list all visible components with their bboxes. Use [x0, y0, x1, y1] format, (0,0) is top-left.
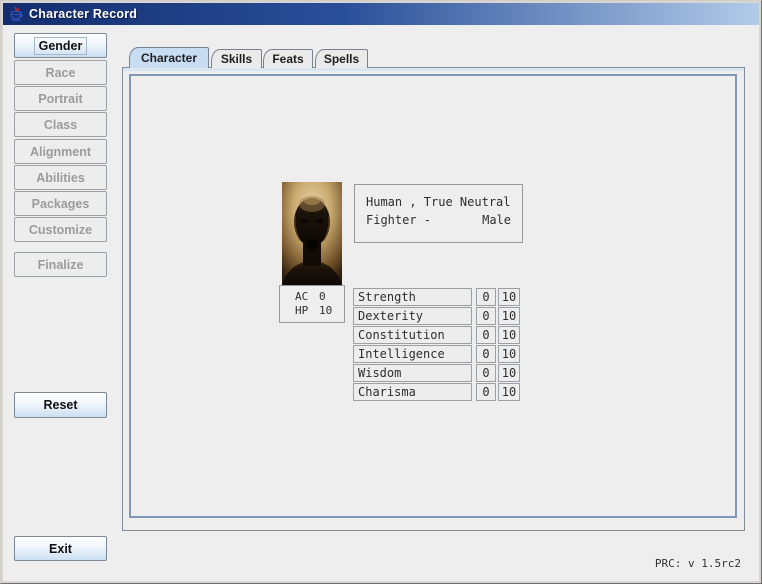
reset-button[interactable]: Reset	[14, 392, 107, 418]
ability-modifier: 0	[476, 326, 496, 344]
gender-button-label: Gender	[35, 38, 87, 54]
ac-value: 0	[319, 290, 326, 304]
ability-name: Strength	[353, 288, 472, 306]
race-button: Race	[14, 60, 107, 85]
tab-spells-label: Spells	[324, 52, 359, 66]
alignment-button: Alignment	[14, 139, 107, 164]
summary-class: Fighter -	[366, 213, 431, 227]
ability-score: 10	[498, 383, 520, 401]
ability-row-intelligence: Intelligence 0 10	[353, 345, 520, 363]
ability-name: Wisdom	[353, 364, 472, 382]
ability-score: 10	[498, 364, 520, 382]
ability-row-charisma: Charisma 0 10	[353, 383, 520, 401]
tab-character-label: Character	[141, 51, 197, 65]
class-button-label: Class	[44, 118, 77, 132]
abilities-button: Abilities	[14, 165, 107, 190]
finalize-button-label: Finalize	[38, 258, 84, 272]
ability-modifier: 0	[476, 288, 496, 306]
character-portrait	[282, 182, 342, 285]
ability-modifier: 0	[476, 307, 496, 325]
portrait-button: Portrait	[14, 86, 107, 111]
portrait-button-label: Portrait	[38, 92, 82, 106]
character-record-window: Character Record Gender Race Portrait Cl…	[0, 0, 762, 584]
summary-gender: Male	[482, 213, 511, 227]
customize-button-label: Customize	[29, 223, 92, 237]
ability-name: Intelligence	[353, 345, 472, 363]
class-button: Class	[14, 112, 107, 137]
ability-score: 10	[498, 326, 520, 344]
tab-character[interactable]: Character	[129, 47, 209, 68]
tab-skills-label: Skills	[221, 52, 252, 66]
abilities-button-label: Abilities	[36, 171, 85, 185]
ability-row-constitution: Constitution 0 10	[353, 326, 520, 344]
ability-score: 10	[498, 307, 520, 325]
race-button-label: Race	[46, 66, 76, 80]
ability-name: Constitution	[353, 326, 472, 344]
ability-row-strength: Strength 0 10	[353, 288, 520, 306]
window-title: Character Record	[29, 7, 137, 21]
exit-button-label: Exit	[49, 542, 72, 556]
ability-modifier: 0	[476, 345, 496, 363]
java-cup-icon	[8, 6, 24, 22]
ability-modifier: 0	[476, 383, 496, 401]
ability-name: Dexterity	[353, 307, 472, 325]
hp-row: HP 10	[280, 304, 344, 318]
packages-button: Packages	[14, 191, 107, 216]
ability-row-dexterity: Dexterity 0 10	[353, 307, 520, 325]
ability-score: 10	[498, 288, 520, 306]
ac-label: AC	[295, 290, 319, 304]
packages-button-label: Packages	[32, 197, 90, 211]
ac-row: AC 0	[280, 290, 344, 304]
alignment-button-label: Alignment	[30, 145, 91, 159]
tab-feats[interactable]: Feats	[263, 49, 313, 68]
gender-button[interactable]: Gender	[14, 33, 107, 58]
tab-feats-label: Feats	[272, 52, 303, 66]
tab-skills[interactable]: Skills	[211, 49, 262, 68]
finalize-button: Finalize	[14, 252, 107, 277]
ac-hp-box: AC 0 HP 10	[279, 285, 345, 323]
character-summary-box: Human , True Neutral Fighter - Male	[354, 184, 523, 243]
exit-button[interactable]: Exit	[14, 536, 107, 561]
version-label: PRC: v 1.5rc2	[655, 557, 741, 570]
ability-name: Charisma	[353, 383, 472, 401]
customize-button: Customize	[14, 217, 107, 242]
titlebar[interactable]: Character Record	[3, 3, 759, 25]
reset-button-label: Reset	[43, 398, 77, 412]
ability-modifier: 0	[476, 364, 496, 382]
ability-row-wisdom: Wisdom 0 10	[353, 364, 520, 382]
summary-race-alignment: Human , True Neutral	[366, 195, 511, 209]
hp-label: HP	[295, 304, 319, 318]
hp-value: 10	[319, 304, 332, 318]
tab-spells[interactable]: Spells	[315, 49, 368, 68]
ability-score: 10	[498, 345, 520, 363]
